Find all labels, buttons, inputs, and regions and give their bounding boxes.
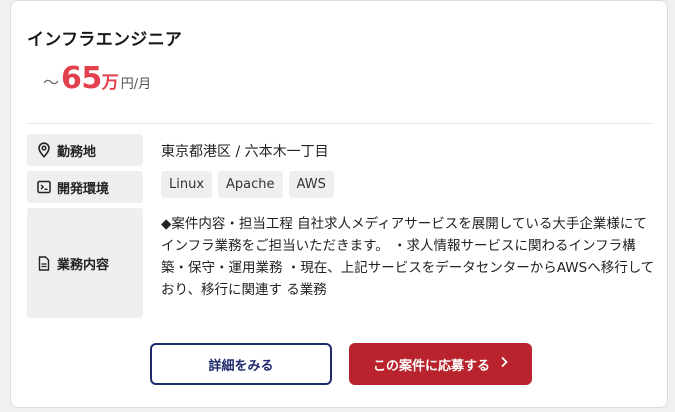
location-label-text: 勤務地 <box>57 144 97 160</box>
salary-prefix: ～ <box>43 73 60 92</box>
divider <box>27 123 653 124</box>
document-icon <box>37 255 51 271</box>
job-title: インフラエンジニア <box>27 30 183 50</box>
tag-apache: Apache <box>218 171 283 198</box>
description-label-text: 業務内容 <box>57 257 110 273</box>
map-pin-icon <box>37 142 51 158</box>
salary-unit: 円/月 <box>120 77 152 92</box>
environment-tags: Linux Apache AWS <box>161 171 334 198</box>
chevron-right-icon <box>500 356 508 372</box>
salary-amount: 65 <box>61 61 102 96</box>
detail-button-label: 詳細をみる <box>208 358 274 374</box>
salary: ～ 65 万 円/月 <box>43 61 151 96</box>
tag-aws: AWS <box>288 171 334 198</box>
environment-label-text: 開発環境 <box>57 181 110 197</box>
detail-button[interactable]: 詳細をみる <box>150 343 332 385</box>
location-label: 勤務地 <box>27 134 143 166</box>
description-label: 業務内容 <box>27 208 143 318</box>
environment-label: 開発環境 <box>27 171 143 203</box>
terminal-icon <box>37 179 51 195</box>
tag-linux: Linux <box>161 171 213 198</box>
location-value: 東京都港区 / 六本木一丁目 <box>161 144 329 160</box>
apply-button-label: この案件に応募する <box>372 358 490 374</box>
apply-button[interactable]: この案件に応募する <box>349 343 532 385</box>
job-card: インフラエンジニア ～ 65 万 円/月 勤務地 東京都港区 / 六本木一丁目 … <box>10 0 668 408</box>
description-text: ◆案件内容・担当工程 自社求人メディアサービスを展開している大手企業様にてインフ… <box>161 216 655 298</box>
salary-unit-man: 万 <box>101 73 119 93</box>
